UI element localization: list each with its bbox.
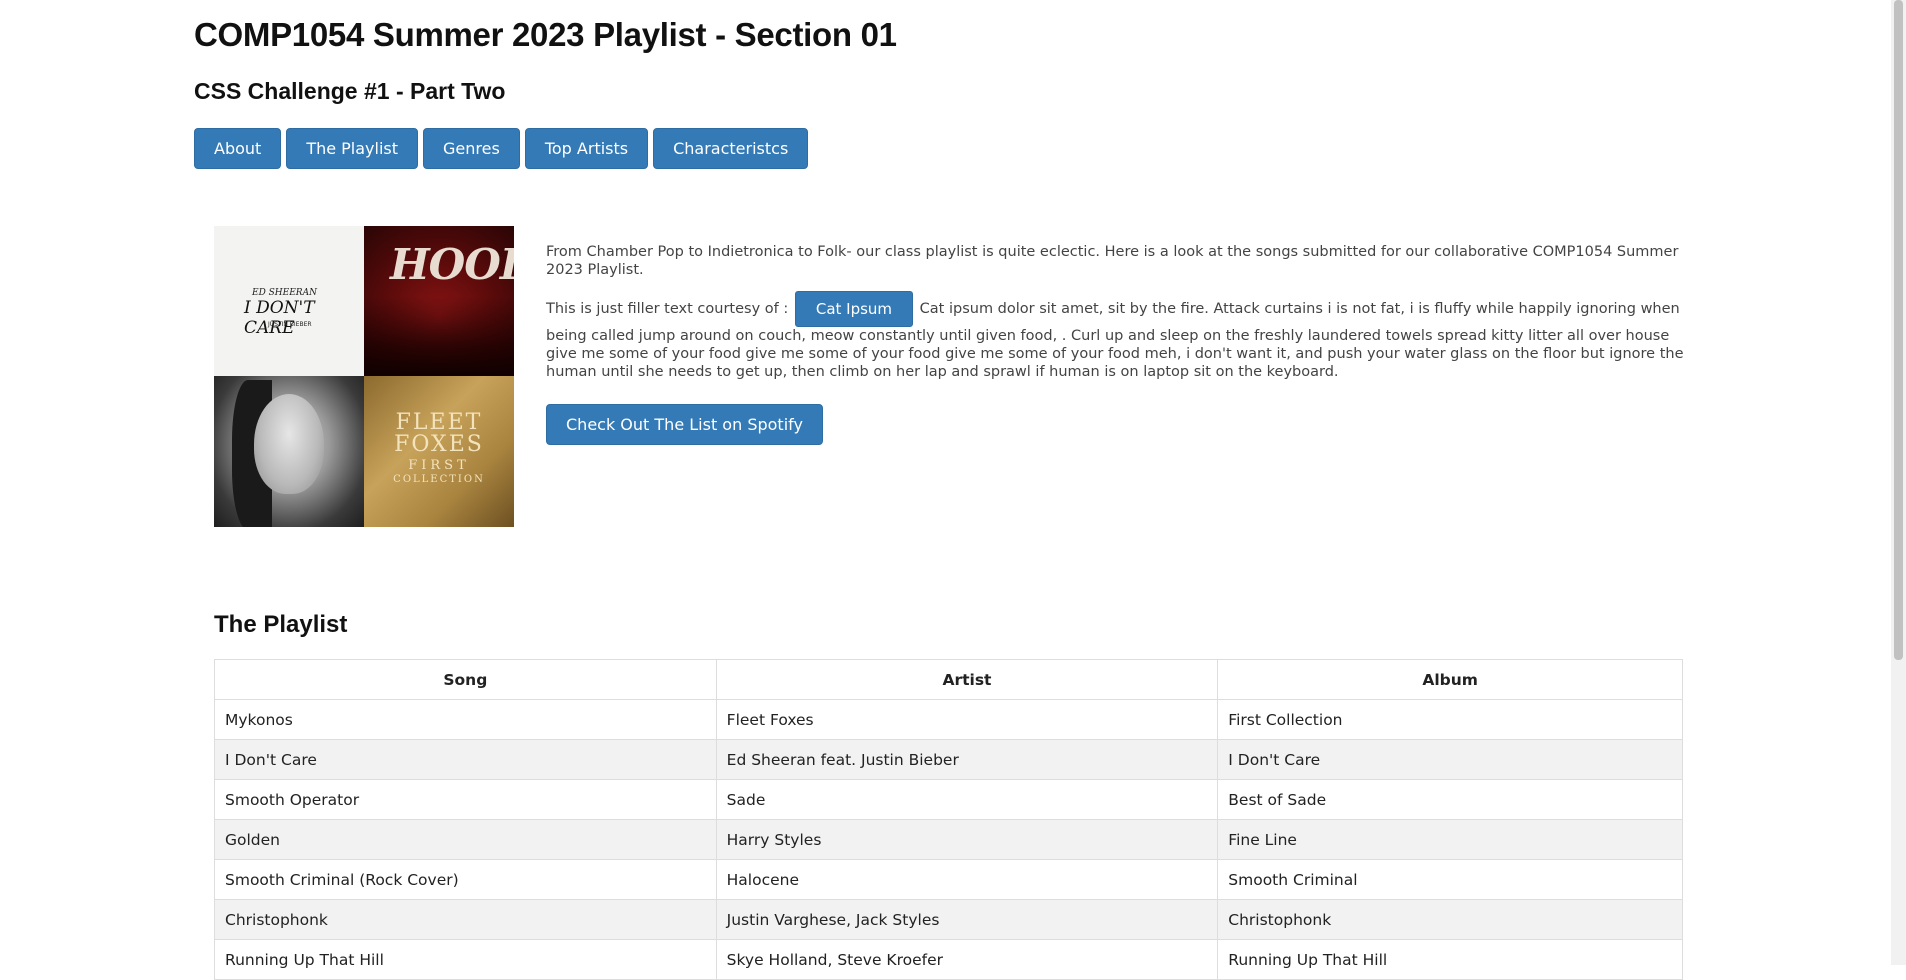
album-cover-i-dont-care-image: ED SHEERAN I DON'T CARE JUSTIN BIEBER <box>214 226 364 376</box>
intro-paragraph: From Chamber Pop to Indietronica to Folk… <box>546 244 1679 278</box>
face-graphic <box>254 394 324 494</box>
song-cell: Mykonos <box>214 699 717 740</box>
table-row: I Don't Care Ed Sheeran feat. Justin Bie… <box>214 739 1683 780</box>
filler-prefix: This is just filler text courtesy of : <box>546 301 789 317</box>
song-cell: Smooth Criminal (Rock Cover) <box>214 859 717 900</box>
table-row: Christophonk Justin Varghese, Jack Style… <box>214 899 1683 940</box>
cover-text: ED SHEERAN <box>252 288 317 298</box>
artist-cell: Halocene <box>715 859 1219 900</box>
column-header-song: Song <box>214 659 717 700</box>
table-row: Mykonos Fleet Foxes First Collection <box>214 699 1683 740</box>
cover-text: FLEET FOXES <box>394 410 484 457</box>
filler-paragraph: This is just filler text courtesy of : C… <box>546 291 1684 381</box>
table-row: Golden Harry Styles Fine Line <box>214 819 1683 860</box>
column-header-artist: Artist <box>715 659 1219 700</box>
song-cell: Smooth Operator <box>214 779 717 820</box>
crowd-graphic <box>364 296 514 376</box>
artist-cell: Sade <box>715 779 1219 820</box>
album-cell: I Don't Care <box>1217 739 1683 780</box>
album-cover-fleet-foxes-image: FLEET FOXES FIRST COLLECTION <box>364 376 514 527</box>
page-scrollbar[interactable] <box>1891 0 1906 965</box>
artist-cell: Ed Sheeran feat. Justin Bieber <box>715 739 1219 780</box>
nav-playlist-button[interactable]: The Playlist <box>286 128 419 169</box>
cover-text: JUSTIN BIEBER <box>268 321 312 328</box>
nav-genres-button[interactable]: Genres <box>423 128 520 169</box>
album-cell: Smooth Criminal <box>1217 859 1683 900</box>
cat-ipsum-link-button[interactable]: Cat Ipsum <box>794 291 914 327</box>
album-cover-sade-image <box>214 376 364 527</box>
album-cell: Best of Sade <box>1217 779 1683 820</box>
nav-about-button[interactable]: About <box>194 128 282 169</box>
spotify-button[interactable]: Check Out The List on Spotify <box>546 404 823 445</box>
artist-cell: Fleet Foxes <box>715 699 1219 740</box>
artist-cell: Skye Holland, Steve Kroefer <box>715 939 1219 980</box>
nav-top-artists-button[interactable]: Top Artists <box>524 128 649 169</box>
page-subtitle: CSS Challenge #1 - Part Two <box>194 78 506 104</box>
song-cell: Christophonk <box>214 899 717 940</box>
song-cell: I Don't Care <box>214 739 717 780</box>
table-row: Running Up That Hill Skye Holland, Steve… <box>214 939 1683 980</box>
cover-text: COLLECTION <box>393 474 485 485</box>
song-cell: Running Up That Hill <box>214 939 717 980</box>
page: COMP1054 Summer 2023 Playlist - Section … <box>0 0 1906 980</box>
album-cell: First Collection <box>1217 699 1683 740</box>
intro-section: From Chamber Pop to Indietronica to Folk… <box>546 243 1684 393</box>
main-nav: About The Playlist Genres Top Artists Ch… <box>194 128 809 169</box>
table-row: Smooth Criminal (Rock Cover) Halocene Sm… <box>214 859 1683 900</box>
album-cell: Christophonk <box>1217 899 1683 940</box>
artist-cell: Harry Styles <box>715 819 1219 860</box>
song-cell: Golden <box>214 819 717 860</box>
page-title: COMP1054 Summer 2023 Playlist - Section … <box>194 16 897 53</box>
scrollbar-thumb[interactable] <box>1894 0 1903 660</box>
artist-cell: Justin Varghese, Jack Styles <box>715 899 1219 940</box>
playlist-table: Song Artist Album Mykonos Fleet Foxes Fi… <box>214 659 1683 980</box>
cover-text: FIRST <box>408 458 470 473</box>
album-cover-grid: ED SHEERAN I DON'T CARE JUSTIN BIEBER HO… <box>214 226 514 527</box>
nav-characteristics-button[interactable]: Characteristcs <box>653 128 809 169</box>
cover-text: I DON'T CARE <box>244 298 315 338</box>
table-header-row: Song Artist Album <box>214 659 1683 700</box>
album-cell: Fine Line <box>1217 819 1683 860</box>
playlist-heading: The Playlist <box>214 611 348 638</box>
table-row: Smooth Operator Sade Best of Sade <box>214 779 1683 820</box>
column-header-album: Album <box>1217 659 1683 700</box>
cover-text: HOOD <box>390 240 514 289</box>
album-cell: Running Up That Hill <box>1217 939 1683 980</box>
album-cover-hood-image: HOOD <box>364 226 514 376</box>
